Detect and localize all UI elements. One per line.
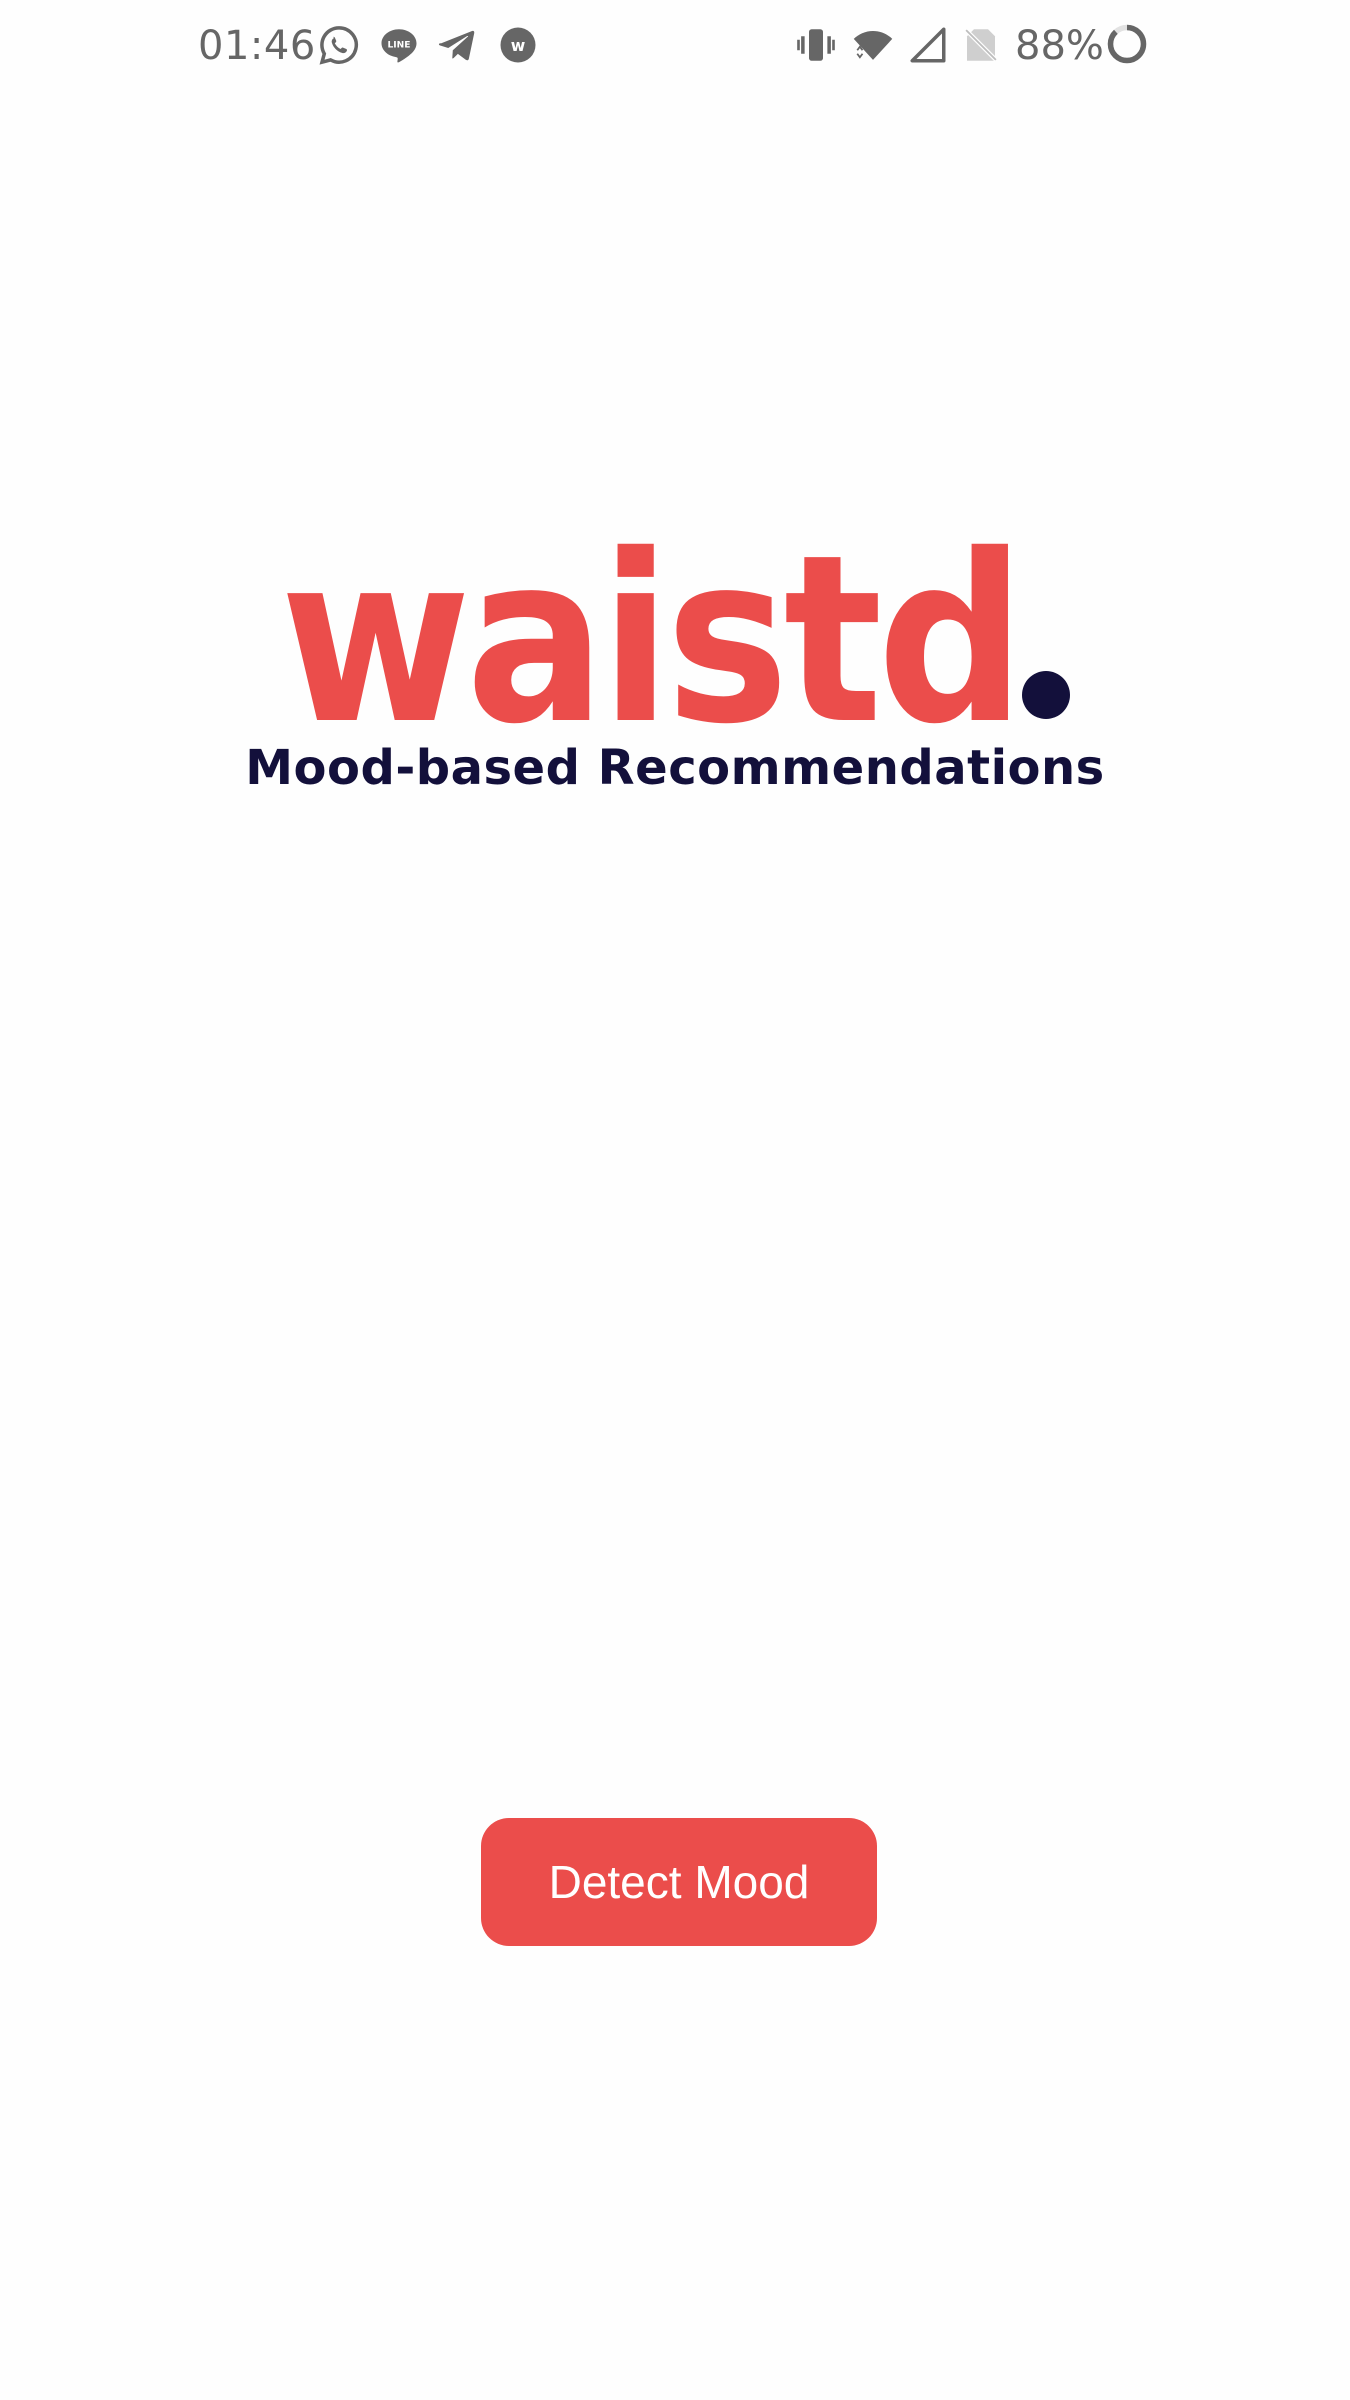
- no-sim-icon: [960, 24, 1002, 66]
- line-icon: LINE: [378, 24, 420, 66]
- logo-wordmark: waistd: [280, 505, 1020, 775]
- waistd-logo: waistd: [280, 505, 1080, 775]
- logo-dot: [1022, 671, 1070, 719]
- detect-mood-button[interactable]: Detect Mood: [481, 1818, 877, 1946]
- whatsapp-icon: [318, 24, 360, 66]
- telegram-icon: [436, 24, 478, 66]
- status-bar: 01:46 LINE w 88%: [0, 0, 1350, 92]
- battery-ring-icon: [1105, 22, 1149, 66]
- tagline: Mood-based Recommendations: [245, 740, 1105, 796]
- svg-text:w: w: [511, 36, 526, 55]
- app-screen: 01:46 LINE w 88% waistd Mood-based Recom…: [0, 0, 1350, 2400]
- status-time: 01:46: [198, 23, 316, 69]
- w-app-icon: w: [497, 24, 539, 66]
- vibrate-icon: [795, 24, 837, 66]
- wifi-icon: [852, 24, 894, 66]
- battery-percent: 88%: [1015, 23, 1104, 69]
- svg-text:LINE: LINE: [388, 40, 411, 50]
- cellular-signal-icon: [907, 24, 949, 66]
